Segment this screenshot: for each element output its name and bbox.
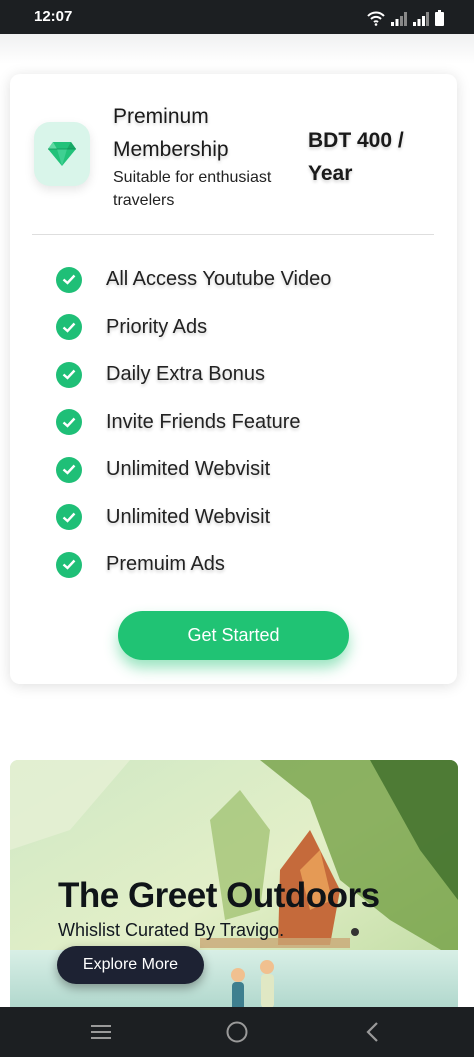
feature-label: Invite Friends Feature [106,410,301,433]
feature-label: Priority Ads [106,315,208,338]
get-started-button[interactable]: Get Started [118,611,349,660]
system-nav-bar [0,1007,474,1057]
status-icons [367,8,444,26]
home-icon[interactable] [222,1017,252,1047]
check-icon [56,314,82,341]
check-icon [56,409,82,436]
plan-title: Preminum Membership [113,105,229,161]
battery-icon [435,10,444,26]
gem-badge [34,122,90,186]
status-bar: 12:07 [0,0,474,34]
feature-label: All Access Youtube Video [106,268,332,291]
feature-label: Unlimited Webvisit [106,505,271,528]
gem-icon [48,142,76,166]
check-icon [56,551,82,578]
header-shadow [0,34,474,64]
check-icon [56,361,82,388]
feature-item: All Access Youtube Video [56,256,331,304]
check-icon [56,456,82,483]
signal-icon [391,12,407,26]
feature-label: Unlimited Webvisit [106,458,271,481]
feature-label: Daily Extra Bonus [106,363,265,386]
promo-subtitle: Whislist Curated By Travigo. [58,920,285,940]
feature-label: Premuim Ads [106,553,225,576]
feature-item: Premuim Ads [56,541,331,589]
feature-item: Priority Ads [56,304,331,352]
feature-item: Unlimited Webvisit [56,446,331,494]
promo-title: The Greet Outdoors [58,876,380,915]
menu-icon[interactable] [86,1017,116,1047]
check-icon [56,266,82,293]
wifi-icon [367,11,385,26]
back-icon[interactable] [358,1017,388,1047]
signal-icon [413,12,429,26]
feature-list: All Access Youtube Video Priority Ads Da… [56,256,331,589]
explore-more-button[interactable]: Explore More [57,946,204,984]
feature-item: Invite Friends Feature [56,399,331,447]
feature-item: Unlimited Webvisit [56,494,331,542]
card-divider [32,234,434,235]
plan-subtitle: Suitable for enthusiast travelers [113,169,272,209]
plan-price: BDT 400 / Year [308,129,404,185]
feature-item: Daily Extra Bonus [56,351,331,399]
membership-card: Preminum Membership Suitable for enthusi… [10,74,457,684]
status-time: 12:07 [34,8,73,25]
check-icon [56,504,82,531]
promo-banner[interactable]: The Greet Outdoors Whislist Curated By T… [10,760,458,1020]
